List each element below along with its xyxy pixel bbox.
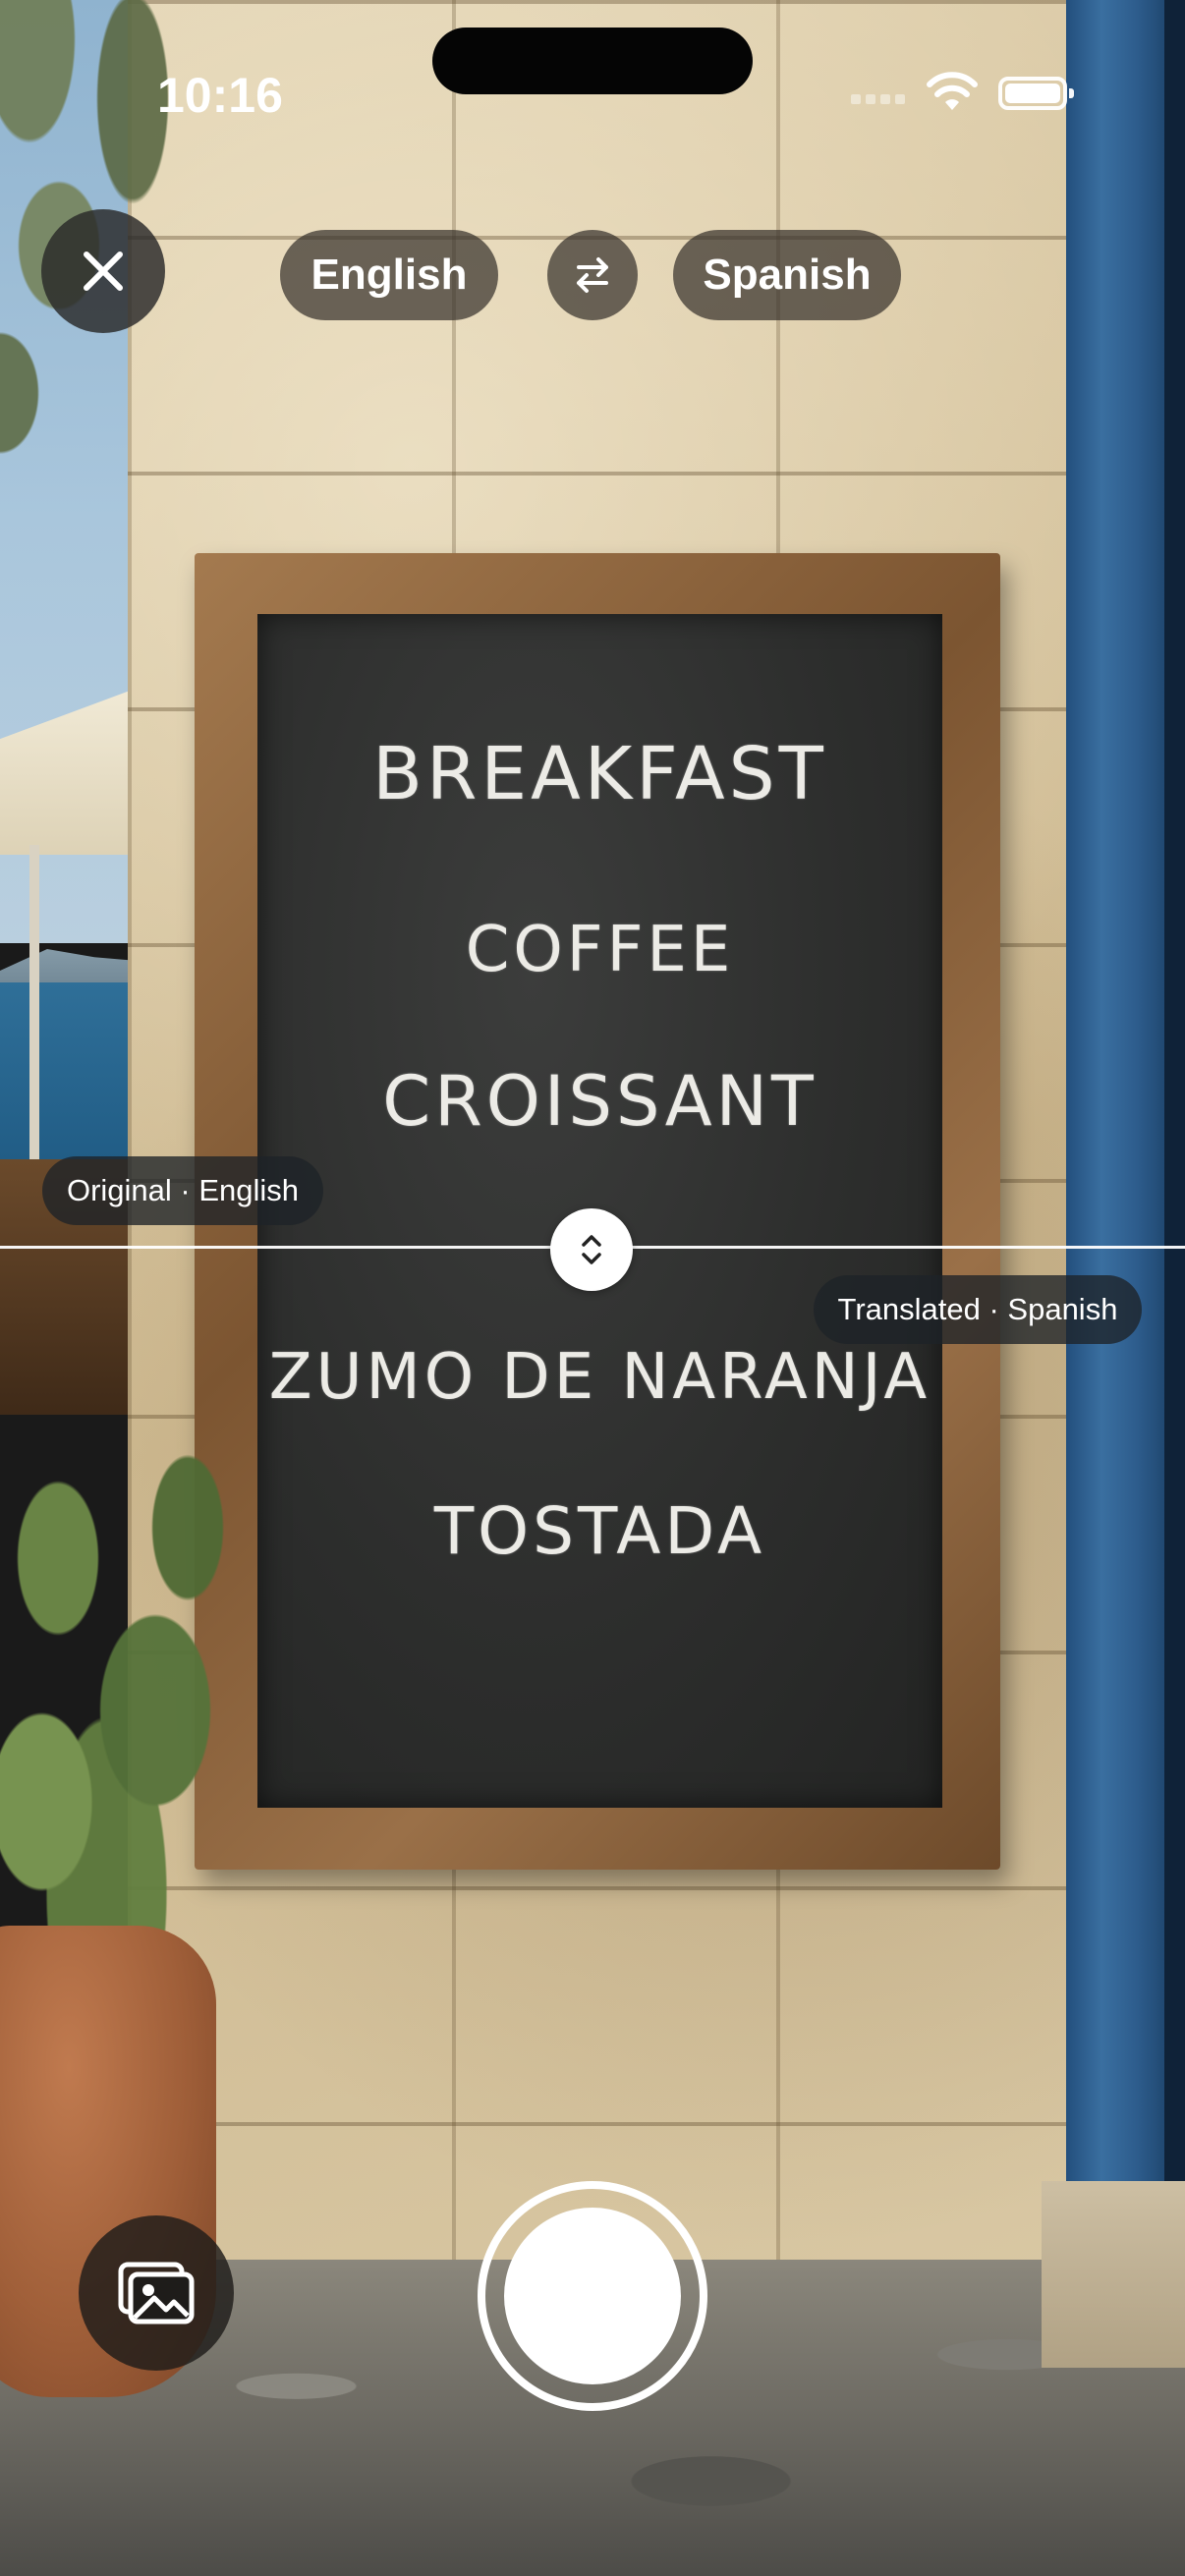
chevron-up-down-icon (582, 1235, 601, 1264)
chalk-line-breakfast: BREAKFAST (372, 732, 827, 816)
chalk-line-croissant: CROISSANT (382, 1061, 818, 1142)
wifi-icon (927, 72, 978, 110)
swap-languages-button[interactable] (547, 230, 638, 320)
close-icon (84, 252, 123, 291)
photo-gallery-icon (118, 2262, 195, 2324)
source-language-button[interactable]: English (280, 230, 498, 320)
status-time: 10:16 (157, 68, 283, 123)
door-step (1042, 2181, 1185, 2368)
translate-camera-screen: BREAKFAST COFFEE CROISSANT ZUMO DE NARAN… (0, 0, 1185, 2576)
target-language-label: Spanish (703, 251, 872, 299)
photo-gallery-button[interactable] (79, 2215, 234, 2371)
translated-language-tag: Translated · Spanish (814, 1275, 1142, 1344)
cellular-signal-icon (851, 94, 906, 104)
shutter-ring[interactable] (478, 2181, 707, 2411)
source-language-label: English (310, 251, 468, 299)
close-button[interactable] (41, 209, 165, 333)
chalk-line-zumo-de-naranja: ZUMO DE NARANJA (268, 1341, 931, 1414)
chalk-line-coffee: COFFEE (465, 914, 735, 986)
dynamic-island (432, 28, 753, 94)
target-language-button[interactable]: Spanish (673, 230, 901, 320)
shutter-button[interactable] (504, 2208, 681, 2384)
chalk-line-tostada: TOSTADA (433, 1493, 766, 1569)
umbrella-pole (29, 845, 39, 1179)
original-language-tag: Original · English (42, 1156, 323, 1225)
door-edge (1164, 0, 1185, 2201)
potted-plant-foliage (0, 1375, 285, 1985)
battery-icon (998, 77, 1074, 110)
divider-drag-handle[interactable] (550, 1208, 633, 1291)
swap-arrows-icon (577, 257, 608, 293)
